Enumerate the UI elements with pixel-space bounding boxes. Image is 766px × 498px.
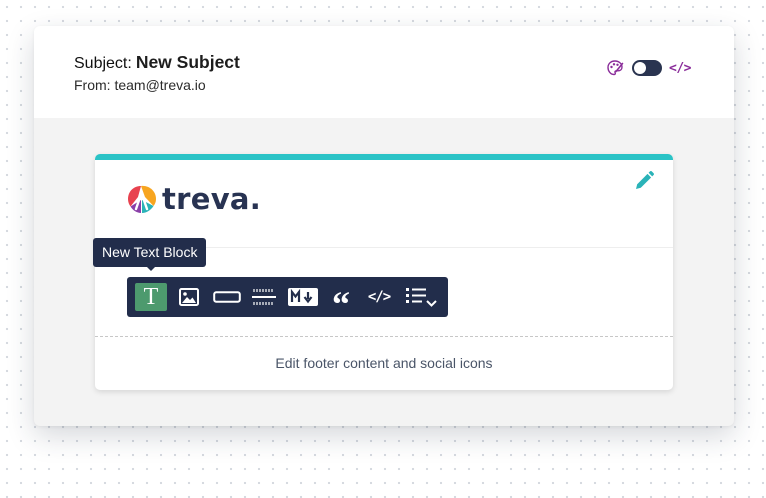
quote-icon: “	[332, 284, 350, 324]
pencil-icon[interactable]	[633, 170, 655, 192]
email-body-preview: treva. Edit footer content and social ic…	[95, 154, 673, 390]
image-icon	[179, 288, 199, 306]
subject-line[interactable]: Subject: New Subject	[74, 52, 240, 73]
code-icon: </>	[367, 289, 391, 305]
code-view-icon[interactable]: </>	[669, 61, 691, 76]
list-block-button[interactable]	[401, 283, 441, 311]
tooltip-arrow	[146, 266, 156, 271]
quote-block-button[interactable]: “	[326, 283, 356, 322]
treva-logo-icon	[128, 185, 156, 213]
palette-icon[interactable]	[606, 59, 624, 77]
subject-value[interactable]: New Subject	[136, 52, 240, 72]
text-block-icon: T	[143, 283, 159, 310]
markdown-block-button[interactable]	[286, 283, 320, 311]
toggle-knob	[634, 62, 646, 74]
email-accent-bar	[95, 154, 673, 160]
divider-block-button[interactable]	[249, 283, 279, 311]
from-line: From: team@treva.io	[74, 77, 206, 93]
divider-icon	[252, 289, 276, 305]
new-text-block-tooltip: New Text Block	[93, 238, 207, 267]
text-block-button[interactable]: T	[135, 283, 167, 311]
header-controls: </>	[606, 58, 691, 78]
subject-label: Subject:	[74, 55, 132, 72]
button-block-button[interactable]	[210, 283, 244, 311]
logo-wordmark: treva.	[162, 182, 262, 216]
footer-placeholder[interactable]: Edit footer content and social icons	[95, 336, 673, 390]
code-block-button[interactable]: </>	[363, 283, 395, 311]
block-insert-toolbar: T “ </>	[127, 277, 448, 322]
image-block-button[interactable]	[174, 283, 204, 311]
list-dropdown-icon	[406, 288, 437, 307]
treva-logo: treva.	[125, 182, 261, 216]
markdown-icon	[288, 288, 318, 306]
button-shape-icon	[213, 291, 241, 303]
email-editor-card: Subject: New Subject From: team@treva.io …	[34, 26, 734, 426]
view-toggle-switch[interactable]	[632, 60, 662, 76]
email-header: Subject: New Subject From: team@treva.io …	[34, 26, 734, 118]
